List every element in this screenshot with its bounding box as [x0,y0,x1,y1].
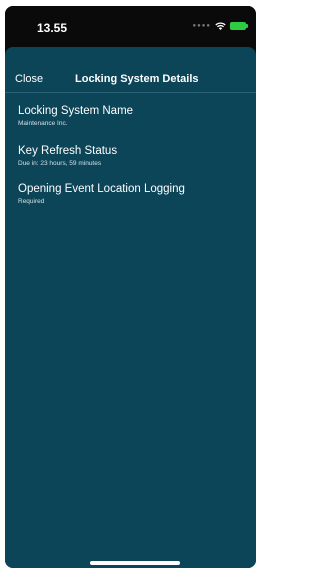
home-indicator[interactable] [90,561,180,565]
close-button[interactable]: Close [15,73,43,85]
screen: 13.55 ●●●● Close Locking System Details … [5,6,256,568]
battery-charging-icon [230,22,248,30]
detail-value: Required [18,198,45,205]
status-icons: ●●●● [192,22,248,30]
status-time: 13.55 [37,21,68,35]
details-sheet: Close Locking System Details Locking Sys… [5,47,256,568]
phone-frame: 13.55 ●●●● Close Locking System Details … [0,0,261,570]
detail-label: Key Refresh Status [18,145,118,157]
detail-value: Maintenance Inc. [18,120,68,127]
detail-label: Locking System Name [18,105,134,117]
signal-dots-icon: ●●●● [192,23,211,29]
detail-opening-event-location-logging: Opening Event Location Logging Required [18,183,185,205]
detail-label: Opening Event Location Logging [18,183,185,195]
detail-locking-system-name: Locking System Name Maintenance Inc. [18,105,133,127]
detail-value: Due in: 23 hours, 59 minutes [18,160,102,167]
wifi-icon [215,22,226,30]
nav-bar: Close Locking System Details [5,47,256,93]
status-bar: 13.55 ●●●● [5,6,256,46]
page-title: Locking System Details [75,73,199,85]
detail-key-refresh-status: Key Refresh Status Due in: 23 hours, 59 … [18,145,117,167]
